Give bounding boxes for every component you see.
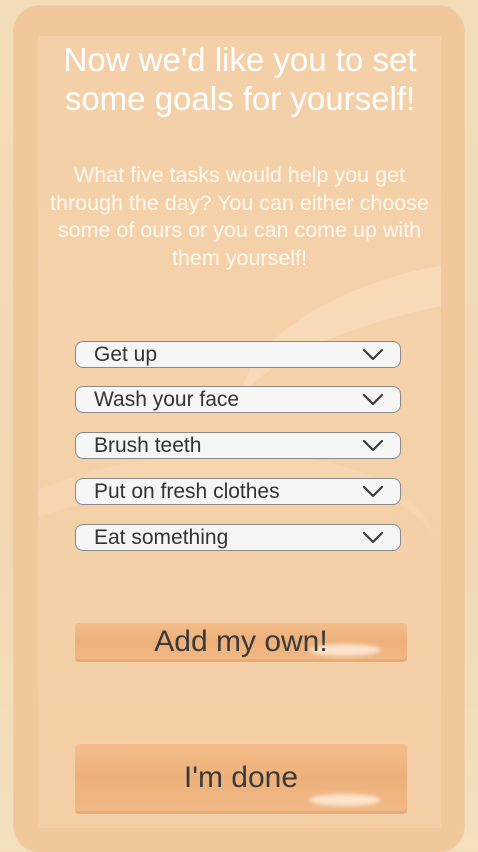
add-my-own-label: Add my own! [154, 624, 328, 658]
goal-dropdown-value: Eat something [94, 525, 229, 549]
chevron-down-icon [362, 393, 384, 407]
goal-dropdown-value: Brush teeth [94, 433, 202, 457]
chevron-down-icon [362, 439, 384, 453]
goal-dropdown-value: Wash your face [94, 387, 240, 411]
button-gloss [309, 794, 381, 806]
goal-dropdown-5[interactable]: Eat something [75, 524, 401, 551]
goal-dropdown-1[interactable]: Get up [75, 341, 401, 368]
instructions-text: What five tasks would help you get throu… [50, 163, 429, 270]
chevron-down-icon [362, 348, 384, 362]
add-my-own-button[interactable]: Add my own! [75, 621, 407, 662]
goal-dropdown-value: Put on fresh clothes [94, 479, 280, 503]
goal-dropdown-4[interactable]: Put on fresh clothes [75, 478, 401, 505]
goal-dropdown-2[interactable]: Wash your face [75, 386, 401, 413]
chevron-down-icon [362, 531, 384, 545]
done-label: I'm done [183, 761, 299, 794]
chevron-down-icon [362, 485, 384, 499]
page-title: Now we'd like you to set some goals for … [63, 41, 417, 117]
goal-dropdown-value: Get up [94, 342, 158, 366]
done-button[interactable]: I'm done [75, 742, 407, 814]
goal-dropdown-3[interactable]: Brush teeth [75, 432, 401, 459]
